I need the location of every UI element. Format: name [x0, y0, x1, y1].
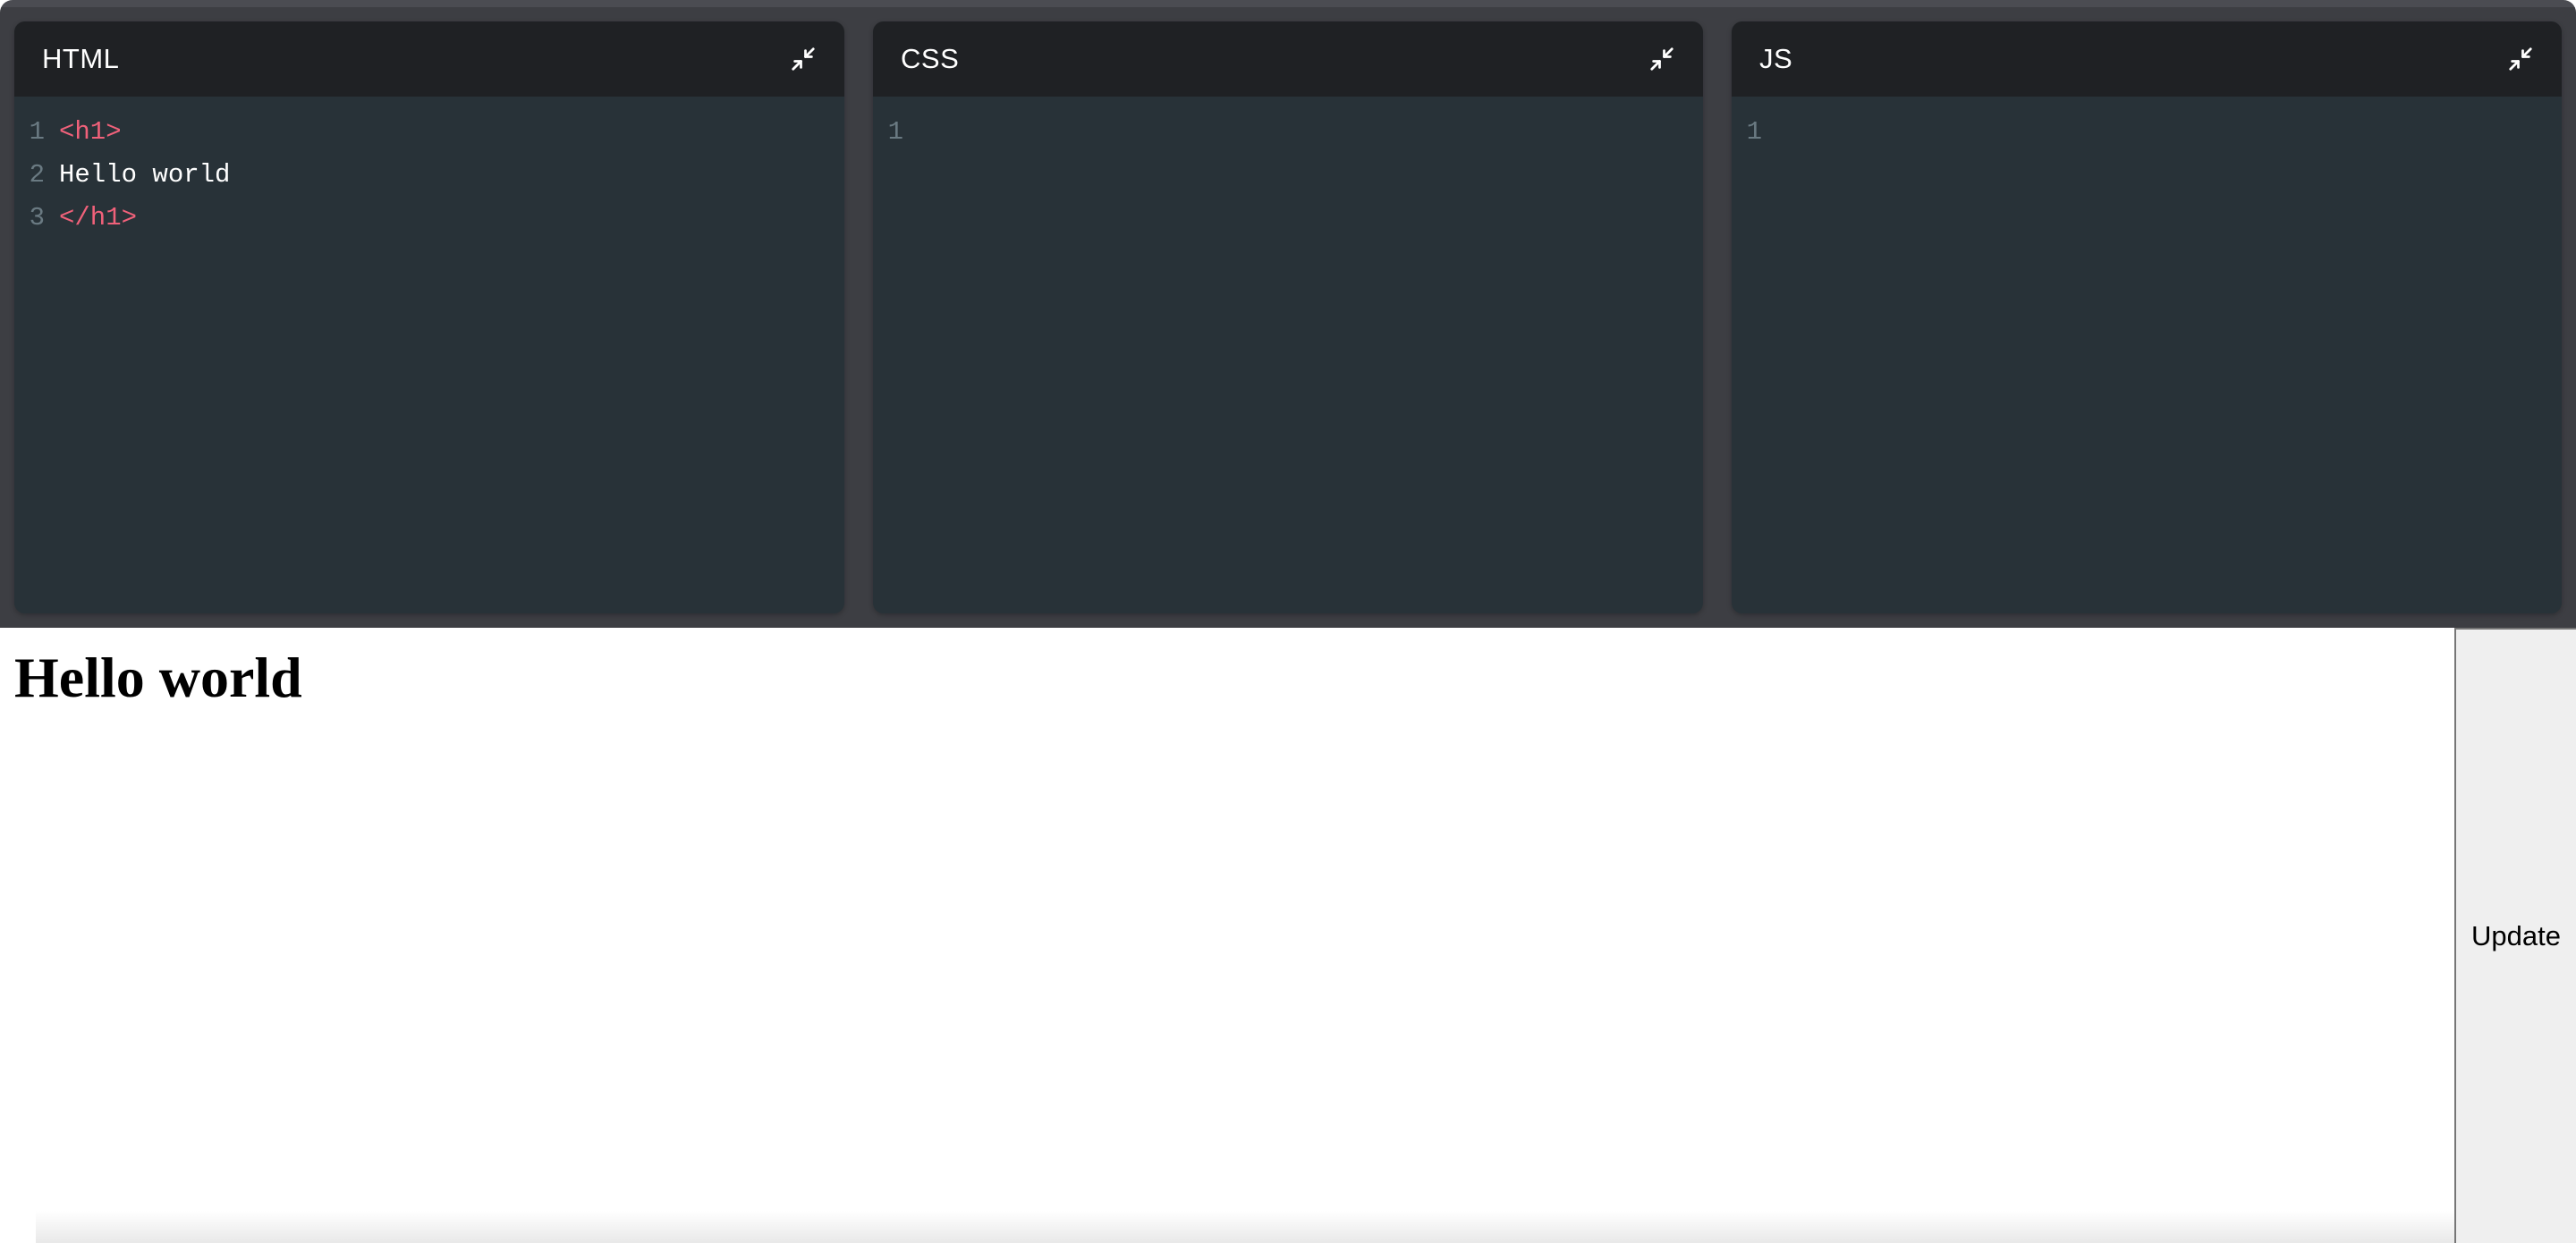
update-button[interactable]: Update [2454, 628, 2576, 1243]
preview-heading: Hello world [14, 646, 302, 709]
editor-header: HTML [14, 21, 844, 97]
code-editor-css[interactable]: 1 [873, 97, 1703, 613]
code-line: 3 </h1> [14, 197, 844, 240]
editor-panel-js: JS 1 [1732, 21, 2562, 613]
code-editor-js[interactable]: 1 [1732, 97, 2562, 613]
editor-panel-html: HTML 1 <h1> 2 Hello world 3 </h1> [14, 21, 844, 613]
collapse-arrows-icon[interactable] [785, 41, 821, 77]
preview-content: Hello world [0, 628, 2454, 717]
editor-title: JS [1759, 43, 1793, 74]
preview-pane: Hello world [0, 628, 2454, 1243]
code-token-text: Hello world [59, 160, 231, 190]
editor-header: JS [1732, 21, 2562, 97]
code-editor-html[interactable]: 1 <h1> 2 Hello world 3 </h1> [14, 97, 844, 613]
collapse-arrows-icon[interactable] [1644, 41, 1680, 77]
editor-panel-css: CSS 1 [873, 21, 1703, 613]
code-line: 1 [873, 111, 1703, 154]
code-token-tag: <h1> [59, 117, 122, 147]
editor-title: CSS [901, 43, 960, 74]
line-number: 3 [29, 203, 45, 233]
line-number: 1 [887, 117, 903, 147]
line-number: 2 [29, 160, 45, 190]
collapse-arrows-icon[interactable] [2503, 41, 2538, 77]
editor-title: HTML [42, 43, 120, 74]
code-line: 1 <h1> [14, 111, 844, 154]
code-token-tag: </h1> [59, 203, 138, 233]
line-number: 1 [29, 117, 45, 147]
preview-bottom-shadow [36, 1211, 2454, 1243]
code-line: 1 [1732, 111, 2562, 154]
window-top-strip [0, 0, 2576, 7]
line-number: 1 [1746, 117, 1762, 147]
code-line: 2 Hello world [14, 154, 844, 197]
editor-header: CSS [873, 21, 1703, 97]
editor-area: HTML 1 <h1> 2 Hello world 3 </h1> CSS 1 … [0, 7, 2576, 628]
code-playground: HTML 1 <h1> 2 Hello world 3 </h1> CSS 1 … [0, 0, 2576, 1243]
